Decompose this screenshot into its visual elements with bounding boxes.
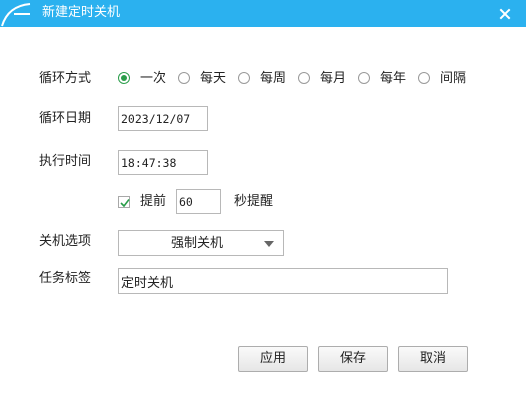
window-title: 新建定时关机: [42, 5, 121, 20]
radio-daily-indicator[interactable]: [178, 72, 190, 84]
radio-yearly-indicator[interactable]: [358, 72, 370, 84]
radio-interval-indicator[interactable]: [418, 72, 430, 84]
title-bar: 新建定时关机: [0, 0, 526, 27]
close-icon[interactable]: [498, 7, 512, 21]
shutdown-dialog: 新建定时关机 循环方式 一次 每天 每周 每月 每年 间隔 循环日期 2023/…: [0, 0, 526, 408]
app-logo-icon: [1, 3, 31, 27]
advance-reminder-checkbox[interactable]: [118, 196, 130, 208]
repeat-date-input[interactable]: [118, 106, 208, 131]
advance-label: 提前: [140, 194, 167, 209]
radio-daily-label: 每天: [200, 71, 227, 86]
task-label-label: 任务标签: [39, 271, 92, 286]
save-button[interactable]: 保存: [318, 346, 388, 372]
radio-monthly-label: 每月: [320, 71, 347, 86]
check-icon: [120, 199, 130, 208]
repeat-mode-label: 循环方式: [39, 71, 92, 86]
advance-seconds-input[interactable]: [176, 189, 221, 214]
radio-weekly-indicator[interactable]: [238, 72, 250, 84]
exec-time-label: 执行时间: [39, 154, 92, 169]
radio-weekly-label: 每周: [260, 71, 287, 86]
radio-once-indicator[interactable]: [118, 72, 130, 84]
cancel-button[interactable]: 取消: [398, 346, 468, 372]
advance-suffix-label: 秒提醒: [234, 194, 274, 209]
exec-time-input[interactable]: [118, 150, 208, 175]
shutdown-option-label: 关机选项: [39, 234, 92, 249]
shutdown-option-value: 强制关机: [171, 236, 224, 251]
radio-yearly-label: 每年: [380, 71, 407, 86]
radio-once-label: 一次: [140, 71, 167, 86]
radio-monthly-indicator[interactable]: [298, 72, 310, 84]
repeat-date-label: 循环日期: [39, 111, 92, 126]
task-label-input[interactable]: [118, 268, 448, 294]
apply-button[interactable]: 应用: [238, 346, 308, 372]
shutdown-option-select[interactable]: 强制关机: [118, 230, 284, 256]
dropdown-arrow-icon[interactable]: [264, 241, 274, 247]
radio-interval-label: 间隔: [440, 71, 467, 86]
